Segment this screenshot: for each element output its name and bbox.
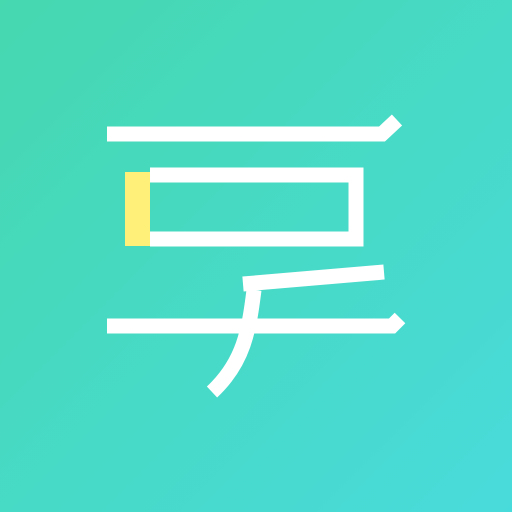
icon-background [0, 0, 512, 512]
accent-bar [125, 172, 150, 246]
app-icon-artwork [0, 0, 512, 512]
app-icon [0, 0, 512, 512]
